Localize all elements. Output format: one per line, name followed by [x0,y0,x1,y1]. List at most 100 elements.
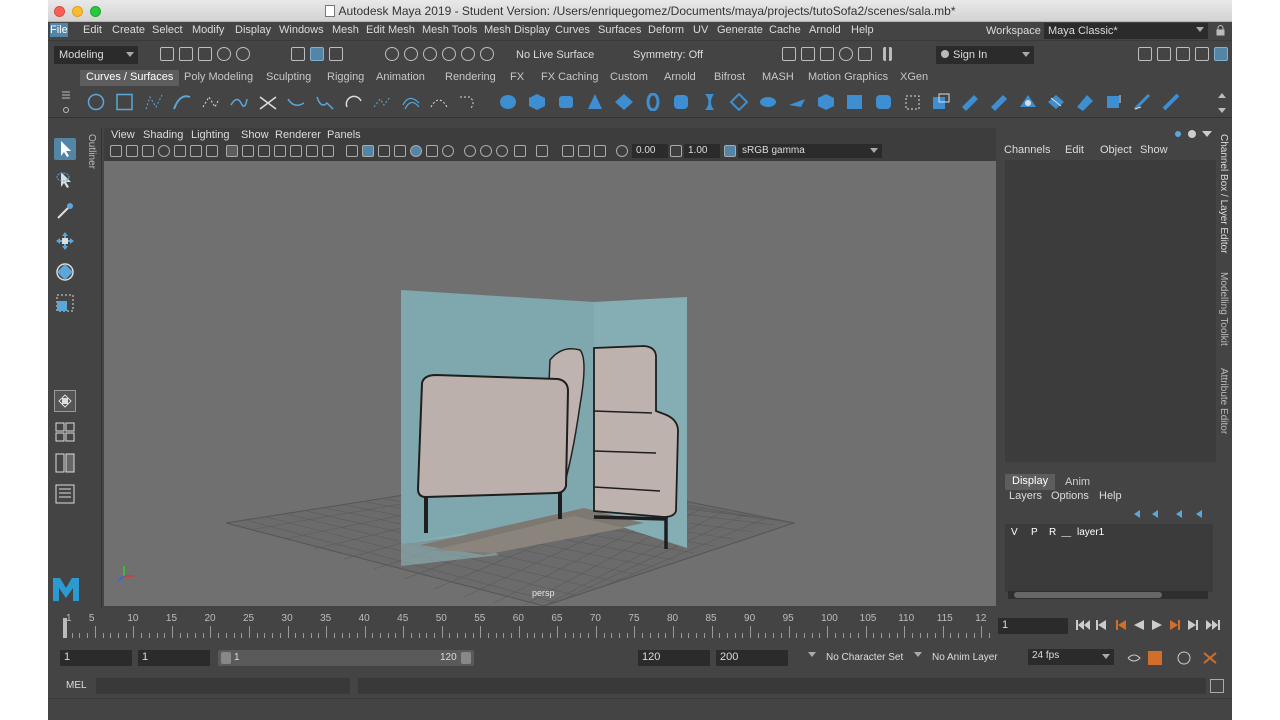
sign-in-dropdown[interactable]: Sign In [936,46,1034,64]
menu-file[interactable]: File [50,23,68,37]
scene-view[interactable]: persp [104,161,996,607]
time-ruler[interactable]: 1 5 10 15 20 25 30 35 40 45 50 55 60 65 70 75 80 85 90 95 10… [58,612,990,640]
select-by-hierarchy-icon[interactable] [291,47,305,61]
grid-icon[interactable] [226,145,238,157]
snap-surface-icon[interactable] [461,47,475,61]
shelf-tab-arnold[interactable]: Arnold [664,71,696,83]
render-settings-icon[interactable] [839,47,853,61]
cv-curve-icon[interactable] [144,93,164,111]
menu-deform[interactable]: Deform [648,23,684,37]
motion-blur-icon[interactable] [480,145,492,157]
gamma-field[interactable]: 1.00 [684,144,720,158]
open-close-surface-icon[interactable] [1133,93,1153,111]
menu-surfaces[interactable]: Surfaces [598,23,641,37]
layer-visibility-toggle[interactable]: V [1011,527,1018,538]
add-points-icon[interactable] [458,93,478,111]
shelf-tab-rigging[interactable]: Rigging [327,71,364,83]
auto-key-icon[interactable] [1148,651,1162,665]
animation-start-field[interactable]: 1 [60,650,132,666]
offset-curve-icon[interactable] [401,93,421,111]
side-tab-channel-box[interactable]: Channel Box / Layer Editor [1218,134,1229,254]
nurbs-square-icon[interactable] [115,93,135,111]
snap-view-plane-icon[interactable] [442,47,456,61]
nurbs-torus-icon[interactable] [643,93,663,111]
bevel-plus-icon[interactable] [816,93,836,111]
three-point-arc-icon[interactable] [258,93,278,111]
layer-reference-toggle[interactable]: R [1049,527,1056,538]
grease-pencil-tool-icon[interactable] [206,145,218,157]
range-slider-bar[interactable]: 1 120 [218,650,474,666]
insert-isoparm-icon[interactable] [1046,93,1066,111]
channel-box-area[interactable] [1005,160,1216,462]
pause-icon[interactable] [883,47,892,61]
open-scene-icon[interactable] [179,47,193,61]
attribute-editor-icon[interactable] [1157,47,1171,61]
select-by-object-icon[interactable] [310,47,324,61]
script-editor-icon[interactable] [1210,679,1224,693]
chevron-down-icon[interactable] [914,652,922,657]
nurbs-cylinder-icon[interactable] [556,93,576,111]
pencil-curve-icon[interactable] [201,93,221,111]
select-camera-icon[interactable] [110,145,122,157]
shelf-tab-fx[interactable]: FX [510,71,524,83]
menu-edit[interactable]: Edit [83,23,102,37]
revolve-icon[interactable] [671,93,691,111]
animation-prefs-icon[interactable] [1177,651,1191,665]
menu-curves[interactable]: Curves [555,23,590,37]
paint-select-tool[interactable] [54,200,76,222]
menu-help[interactable]: Help [851,23,874,37]
go-to-end-icon[interactable] [1206,620,1220,630]
play-backwards-icon[interactable] [1134,620,1144,630]
extrude-icon[interactable] [758,93,778,111]
two-d-pan-zoom-icon[interactable] [174,145,186,157]
ipr-render-icon[interactable] [820,47,834,61]
move-tool[interactable] [54,230,76,252]
birail-icon[interactable] [787,93,807,111]
xray-icon[interactable] [562,145,574,157]
menu-windows[interactable]: Windows [279,23,324,37]
untrim-icon[interactable] [989,93,1009,111]
ambient-occlusion-icon[interactable] [464,145,476,157]
menu-generate[interactable]: Generate [717,23,763,37]
channel-box-menu-channels[interactable]: Channels [1004,144,1050,156]
single-perspective-layout-button[interactable] [54,390,76,412]
view-transform-dropdown[interactable]: sRGB gamma [738,144,882,158]
viewport-menu-renderer[interactable]: Renderer [275,129,321,141]
channel-box-menu-object[interactable]: Object [1100,144,1132,156]
shelf-tab-sculpting[interactable]: Sculpting [266,71,311,83]
depth-of-field-icon[interactable] [514,145,526,157]
shelf-tab-animation[interactable]: Animation [376,71,425,83]
detach-curves-icon[interactable] [315,93,335,111]
snap-point-icon[interactable] [423,47,437,61]
persp-outliner-layout-button[interactable] [54,452,76,474]
wireframe-icon[interactable] [346,145,358,157]
select-tool[interactable] [54,138,76,160]
rotate-tool[interactable] [54,261,76,283]
shelf-tab-mash[interactable]: MASH [762,71,794,83]
smooth-shade-icon[interactable] [362,145,374,157]
anim-layer-label[interactable]: No Anim Layer [932,652,998,663]
lasso-tool[interactable] [54,169,76,191]
image-plane-icon[interactable] [158,145,170,157]
outliner-tab[interactable]: Outliner [86,134,97,169]
layer-playback-toggle[interactable]: P [1031,527,1038,538]
step-back-icon[interactable] [1096,620,1106,630]
sculpt-geometry-icon[interactable] [1162,93,1182,111]
nurbs-circle-icon[interactable] [86,93,106,111]
new-scene-icon[interactable] [160,47,174,61]
undo-icon[interactable] [217,47,231,61]
hypershade-icon[interactable] [858,47,872,61]
gate-mask-icon[interactable] [274,145,286,157]
shadows-icon[interactable] [442,145,454,157]
nurbs-plane-icon[interactable] [614,93,634,111]
redo-icon[interactable] [236,47,250,61]
mel-input[interactable] [96,678,350,694]
viewport-menu-panels[interactable]: Panels [327,129,361,141]
layer-menu-options[interactable]: Options [1051,490,1089,502]
attach-surfaces-icon[interactable] [1075,93,1095,111]
side-tab-modelling-toolkit[interactable]: Modelling Toolkit [1218,272,1229,346]
fps-dropdown[interactable]: 24 fps [1028,649,1114,665]
grease-pencil-icon[interactable] [190,145,202,157]
preferences-icon[interactable] [1203,652,1217,664]
bookmarks-icon[interactable] [142,145,154,157]
